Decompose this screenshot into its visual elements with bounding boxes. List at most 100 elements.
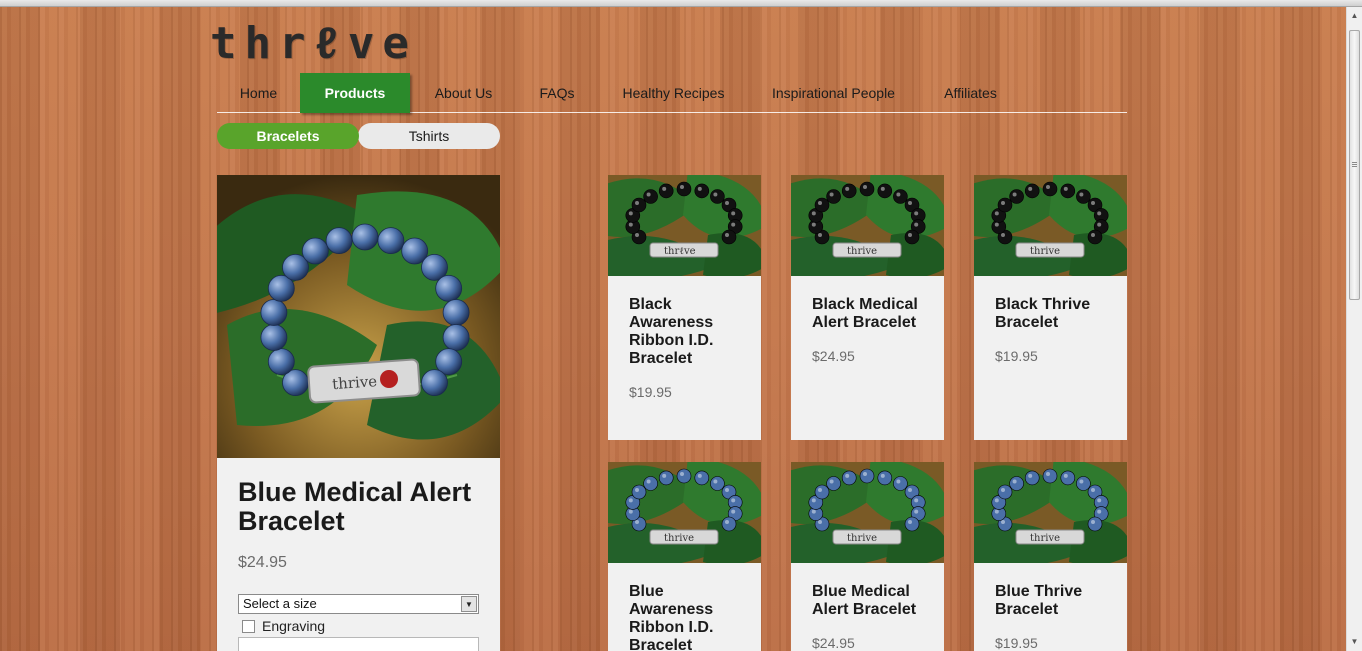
product-card[interactable]: thrive Black Thrive Bracelet $19.95 [974, 175, 1127, 440]
product-card[interactable]: thrive Blue Thrive Bracelet $19.95 [974, 462, 1127, 651]
bead [442, 324, 470, 351]
product-card[interactable]: thrive Black Medical Alert Bracelet $24.… [791, 175, 944, 440]
bracelet-plate-text: thrive [1030, 533, 1060, 544]
nav-healthy-recipes[interactable]: Healthy Recipes [597, 73, 750, 113]
bracelet-plate-text: thrive [847, 533, 877, 544]
product-card[interactable]: thrive Blue Awareness Ribbon I.D. Bracel… [608, 462, 761, 651]
engraving-option: Engraving [238, 617, 479, 635]
bead [826, 189, 841, 204]
nav-products[interactable]: Products [300, 73, 410, 113]
bead [301, 237, 329, 265]
bracelet-plate-text: thrive [847, 246, 877, 257]
bead [1024, 470, 1040, 486]
bracelet-plate-text: thrive [664, 533, 694, 544]
product-image[interactable]: thrℓve [608, 175, 761, 276]
bead [631, 197, 647, 213]
product-title[interactable]: Black Thrive Bracelet [995, 296, 1106, 332]
featured-product-price: $24.95 [238, 554, 287, 571]
bracelet-photo: thrive [974, 462, 1127, 563]
nav-inspirational-people[interactable]: Inspirational People [750, 73, 917, 113]
bracelet-photo: thrive [791, 175, 944, 276]
bead [814, 197, 830, 213]
product-card[interactable]: thrive Blue Medical Alert Bracelet $24.9… [791, 462, 944, 651]
nav-affiliates[interactable]: Affiliates [917, 73, 1024, 113]
bead [643, 189, 658, 204]
product-card[interactable]: thrℓve Black Awareness Ribbon I.D. Brace… [608, 175, 761, 440]
scroll-up-icon[interactable]: ▲ [1347, 8, 1362, 24]
product-title[interactable]: Blue Thrive Bracelet [995, 583, 1106, 619]
bead [859, 181, 875, 197]
bead [694, 183, 710, 199]
bead [1060, 470, 1076, 486]
engraving-label: Engraving [262, 618, 326, 634]
bead [421, 369, 448, 397]
bead [893, 189, 908, 204]
bead [1042, 468, 1058, 484]
bead [841, 183, 857, 199]
svg-text:thrive: thrive [332, 372, 378, 393]
product-image[interactable]: thrive [791, 175, 944, 276]
scroll-down-icon[interactable]: ▼ [1347, 634, 1362, 650]
product-price: $24.95 [812, 348, 855, 364]
bead [442, 299, 470, 326]
product-title[interactable]: Black Awareness Ribbon I.D. Bracelet [629, 296, 740, 368]
featured-product-image[interactable]: thrive [217, 175, 500, 458]
browser-top-bar [0, 0, 1362, 7]
scrollbar-thumb[interactable] [1349, 30, 1360, 300]
bead [631, 484, 647, 500]
engraving-text-input[interactable] [238, 637, 479, 651]
product-image[interactable]: thrive [791, 462, 944, 563]
engraving-checkbox[interactable] [242, 619, 255, 633]
product-price: $19.95 [995, 635, 1038, 651]
bead [1042, 181, 1058, 197]
bead [877, 470, 893, 486]
chevron-down-icon[interactable]: ▼ [461, 596, 477, 612]
bead [1087, 229, 1103, 245]
bead [1060, 183, 1076, 199]
main-nav: Home Products About Us FAQs Healthy Reci… [217, 73, 1127, 113]
bead [325, 227, 353, 254]
ribbon-icon: ℓ [313, 18, 348, 69]
bead [841, 470, 857, 486]
product-title[interactable]: Black Medical Alert Bracelet [812, 296, 923, 332]
bead [643, 476, 658, 491]
bead [351, 223, 379, 251]
product-image[interactable]: thrive [974, 462, 1127, 563]
bracelet-plate-text: thrℓve [664, 246, 696, 257]
bead [377, 227, 405, 254]
product-price: $24.95 [812, 635, 855, 651]
product-image[interactable]: thrive [974, 175, 1127, 276]
bead [694, 470, 710, 486]
bead [435, 275, 463, 302]
bead [1009, 476, 1024, 491]
tab-bracelets[interactable]: Bracelets [217, 123, 359, 149]
bracelet-plate-text: thrive [1030, 246, 1060, 257]
vertical-scrollbar[interactable]: ▲ ▼ [1346, 7, 1362, 651]
size-select[interactable]: Select a size ▼ [238, 594, 479, 614]
bead [676, 181, 692, 197]
bead [721, 229, 737, 245]
tab-tshirts[interactable]: Tshirts [358, 123, 500, 149]
nav-about-us[interactable]: About Us [410, 73, 517, 113]
bead [710, 189, 725, 204]
featured-product-title: Blue Medical Alert Bracelet [238, 477, 472, 536]
bead [260, 324, 288, 351]
featured-product-info: Blue Medical Alert Bracelet $24.95 Selec… [217, 458, 500, 651]
bead [1076, 476, 1091, 491]
nav-faqs[interactable]: FAQs [517, 73, 597, 113]
bead [1024, 183, 1040, 199]
product-price: $19.95 [629, 384, 672, 400]
product-title[interactable]: Blue Awareness Ribbon I.D. Bracelet [629, 583, 740, 651]
bead [267, 348, 295, 376]
bead [904, 516, 920, 532]
bead [859, 468, 875, 484]
bracelet-photo: thrive [974, 175, 1127, 276]
thrive-logo[interactable]: thrℓve [210, 22, 417, 66]
nav-home[interactable]: Home [217, 73, 300, 113]
bead [814, 484, 830, 500]
size-select-value: Select a size [243, 596, 317, 611]
bead [658, 183, 674, 199]
product-title[interactable]: Blue Medical Alert Bracelet [812, 583, 923, 619]
product-image[interactable]: thrive [608, 462, 761, 563]
bracelet-photo: thrive [608, 462, 761, 563]
